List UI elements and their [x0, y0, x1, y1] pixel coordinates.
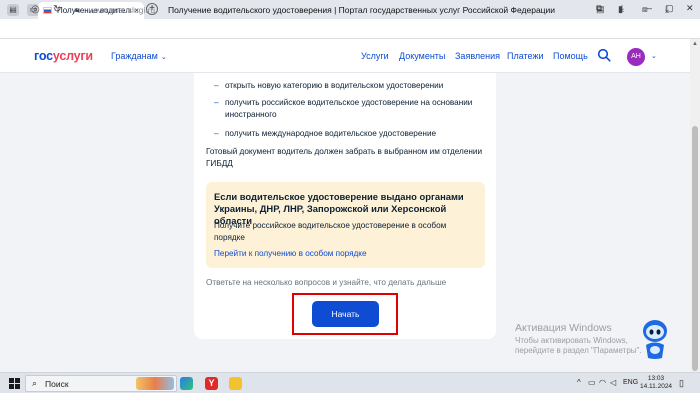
windows-taskbar: ⌕ Поиск Y ^ ▭ ◠ ◁ ENG 13:03 14.11.2024 ▯: [0, 372, 700, 393]
activation-text: Чтобы активировать Windows, перейдите в …: [515, 336, 642, 355]
scrollbar-thumb[interactable]: [692, 126, 698, 371]
citizens-dropdown[interactable]: Гражданам ⌄: [111, 51, 167, 61]
highlight-frame: [292, 293, 398, 335]
nav-payments[interactable]: Платежи: [507, 51, 544, 61]
chevron-down-icon: ⌄: [160, 54, 167, 61]
volume-icon[interactable]: ◁: [610, 378, 616, 387]
search-icon[interactable]: [597, 48, 611, 62]
wifi-icon[interactable]: ◠: [599, 378, 606, 387]
downloads-icon[interactable]: ⤓: [665, 4, 669, 15]
bookmark-icon[interactable]: ▮: [618, 4, 623, 15]
search-icon: ⌕: [32, 378, 38, 388]
yandex-browser-icon[interactable]: Y: [205, 377, 218, 390]
questions-hint: Ответьте на несколько вопросов и узнайте…: [206, 278, 447, 287]
clock-time: 13:03: [647, 375, 665, 382]
address-bar: [0, 19, 700, 39]
nav-applications[interactable]: Заявления: [455, 51, 500, 61]
url-host[interactable]: www.gosuslugi.ru: [89, 5, 155, 15]
window-close-icon[interactable]: ✕: [686, 3, 694, 14]
windows-start-icon[interactable]: [9, 378, 20, 389]
notice-text: Получите российское водительское удостов…: [214, 221, 447, 242]
site-header: госуслуги Гражданам ⌄ Услуги Документы За…: [0, 39, 700, 73]
clock-date: 14.11.2024: [640, 383, 673, 390]
protect-icon[interactable]: ◎: [31, 4, 40, 15]
activation-title: Активация Windows: [515, 322, 612, 334]
edge-app-icon[interactable]: [180, 377, 193, 390]
taskbar-search-input[interactable]: ⌕ Поиск: [25, 375, 177, 392]
special-procedure-link[interactable]: Перейти к получению в особом порядке: [214, 249, 367, 258]
citizens-label: Гражданам: [111, 51, 158, 61]
nav-help[interactable]: Помощь: [553, 51, 588, 61]
back-icon[interactable]: ←: [8, 4, 18, 15]
taskbar-clock[interactable]: 13:03 14.11.2024: [640, 375, 672, 391]
reload-icon[interactable]: ↻: [53, 4, 61, 15]
language-indicator[interactable]: ENG: [623, 379, 638, 386]
russian-flag-icon: [43, 7, 52, 14]
nav-documents[interactable]: Документы: [399, 51, 445, 61]
gosuslugi-logo[interactable]: госуслуги: [34, 49, 93, 63]
profile-chevron-icon[interactable]: ⌄: [651, 52, 657, 60]
nav-services[interactable]: Услуги: [361, 51, 389, 61]
windows-activation-watermark: Активация Windows Чтобы активировать Win…: [515, 322, 655, 356]
reader-icon[interactable]: ▤: [596, 4, 605, 15]
robot-assistant-icon[interactable]: [640, 318, 670, 360]
url-page-title[interactable]: Получение водительского удостоверения | …: [168, 5, 555, 15]
avatar[interactable]: АН: [627, 48, 645, 66]
file-explorer-icon[interactable]: [229, 377, 242, 390]
search-highlight-image: [136, 377, 174, 390]
scroll-up-icon[interactable]: ▲: [692, 41, 698, 47]
extensions-icon[interactable]: ⧈: [642, 4, 648, 15]
battery-icon[interactable]: ▭: [588, 378, 596, 387]
pickup-paragraph: Готовый документ водитель должен забрать…: [206, 147, 483, 168]
tray-chevron-icon[interactable]: ^: [577, 378, 581, 387]
taskbar-search-label: Поиск: [45, 379, 69, 389]
notification-icon[interactable]: ▯: [679, 378, 684, 389]
lock-icon[interactable]: 🔒︎: [75, 5, 79, 15]
